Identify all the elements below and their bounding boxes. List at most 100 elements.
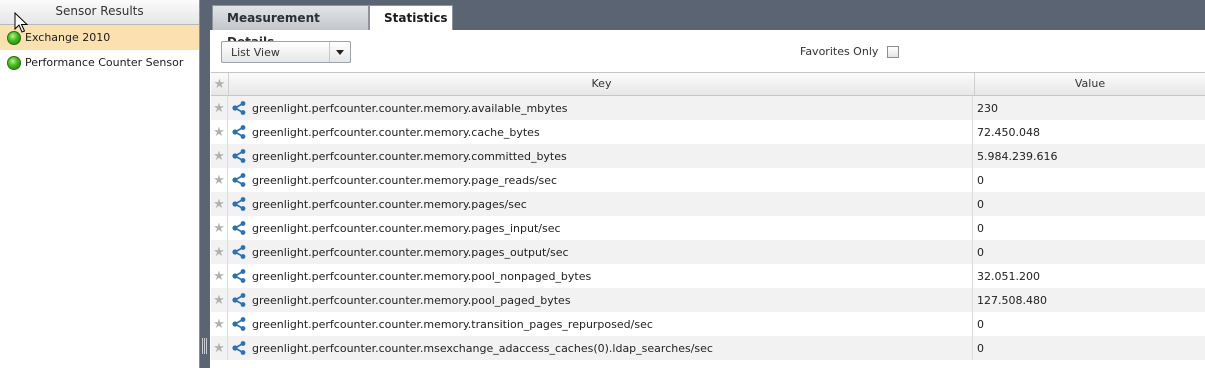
key-cell: greenlight.perfcounter.counter.memory.pa…	[228, 192, 973, 216]
mouse-cursor-icon	[14, 12, 29, 33]
value-cell: 127.508.480	[977, 293, 1047, 307]
favorites-only-checkbox[interactable]	[887, 46, 899, 58]
share-node-icon	[232, 317, 246, 331]
table-row[interactable]: ★ greenlight.perfcounter.counter.memory.…	[211, 144, 1205, 168]
favorite-toggle[interactable]: ★	[211, 312, 228, 336]
grid-header: ★ Key Value	[211, 72, 1205, 96]
view-mode-value: List View	[231, 45, 280, 59]
view-mode-select[interactable]: List View	[221, 41, 351, 63]
share-node-icon	[232, 197, 246, 211]
favorite-toggle[interactable]: ★	[211, 264, 228, 288]
share-node-icon	[232, 149, 246, 163]
value-cell: 0	[977, 317, 984, 331]
table-row[interactable]: ★ greenlight.perfcounter.counter.memory.…	[211, 192, 1205, 216]
share-node-icon	[232, 341, 246, 355]
value-cell: 0	[977, 221, 984, 235]
table-row[interactable]: ★ greenlight.perfcounter.counter.memory.…	[211, 264, 1205, 288]
splitter-grip-icon[interactable]	[202, 338, 208, 354]
sensor-item-performance-counter[interactable]: Performance Counter Sensor	[0, 50, 199, 75]
star-icon: ★	[213, 76, 226, 92]
statistics-toolbar: List View Favorites Only	[210, 30, 1205, 72]
favorite-toggle[interactable]: ★	[211, 96, 228, 120]
tab-strip: Measurement Details Statistics	[210, 0, 1205, 49]
table-row[interactable]: ★ greenlight.perfcounter.counter.memory.…	[211, 96, 1205, 120]
share-node-icon	[232, 245, 246, 259]
value-cell: 5.984.239.616	[977, 149, 1058, 163]
star-icon: ★	[213, 124, 225, 140]
share-node-icon	[232, 125, 246, 139]
tab-statistics[interactable]: Statistics	[369, 5, 453, 30]
statistics-grid: ★ Key Value ★ greenlight.perfcounter.cou…	[211, 72, 1205, 360]
star-icon: ★	[213, 148, 225, 164]
green-status-icon	[7, 55, 21, 70]
table-row[interactable]: ★ greenlight.perfcounter.counter.memory.…	[211, 216, 1205, 240]
favorite-toggle[interactable]: ★	[211, 168, 228, 192]
key-text: greenlight.perfcounter.counter.memory.co…	[252, 149, 567, 163]
key-text: greenlight.perfcounter.counter.memory.pa…	[252, 221, 561, 235]
value-cell: 230	[977, 101, 998, 115]
favorite-toggle[interactable]: ★	[211, 288, 228, 312]
table-row[interactable]: ★ greenlight.perfcounter.counter.memory.…	[211, 168, 1205, 192]
value-cell: 0	[977, 197, 984, 211]
key-text: greenlight.perfcounter.counter.memory.pa…	[252, 197, 527, 211]
star-icon: ★	[213, 172, 225, 188]
panel-splitter[interactable]	[200, 0, 210, 368]
key-cell: greenlight.perfcounter.counter.memory.pa…	[228, 240, 973, 264]
table-row[interactable]: ★ greenlight.perfcounter.counter.msexcha…	[211, 336, 1205, 360]
table-row[interactable]: ★ greenlight.perfcounter.counter.memory.…	[211, 240, 1205, 264]
key-cell: greenlight.perfcounter.counter.memory.po…	[228, 288, 973, 312]
key-cell: greenlight.perfcounter.counter.memory.po…	[228, 264, 973, 288]
star-icon: ★	[213, 196, 225, 212]
grid-body: ★ greenlight.perfcounter.counter.memory.…	[211, 96, 1205, 360]
key-text: greenlight.perfcounter.counter.memory.pa…	[252, 173, 558, 187]
details-pane: Measurement Details Statistics List View…	[14, 0, 1205, 368]
key-cell: greenlight.perfcounter.counter.memory.pa…	[228, 168, 973, 192]
key-cell: greenlight.perfcounter.counter.msexchang…	[228, 336, 973, 360]
key-text: greenlight.perfcounter.counter.memory.tr…	[252, 317, 653, 331]
key-text: greenlight.perfcounter.counter.memory.av…	[252, 101, 568, 115]
sensor-item-label: Performance Counter Sensor	[25, 56, 184, 69]
key-cell: greenlight.perfcounter.counter.memory.ca…	[228, 120, 973, 144]
favorite-toggle[interactable]: ★	[211, 240, 228, 264]
star-icon: ★	[213, 340, 225, 356]
share-node-icon	[232, 293, 246, 307]
star-icon: ★	[213, 244, 225, 260]
value-cell: 0	[977, 173, 984, 187]
key-text: greenlight.perfcounter.counter.memory.po…	[252, 269, 592, 283]
column-header-value[interactable]: Value	[975, 73, 1205, 95]
chevron-down-icon[interactable]	[329, 42, 350, 62]
tab-measurement-details[interactable]: Measurement Details	[212, 5, 369, 49]
key-cell: greenlight.perfcounter.counter.memory.co…	[228, 144, 973, 168]
key-text: greenlight.perfcounter.counter.memory.ca…	[252, 125, 540, 139]
sensor-item-label: Exchange 2010	[25, 31, 111, 44]
key-text: greenlight.perfcounter.counter.memory.po…	[252, 293, 571, 307]
value-cell: 0	[977, 245, 984, 259]
star-icon: ★	[213, 292, 225, 308]
favorites-only-label: Favorites Only	[800, 45, 879, 58]
column-header-key[interactable]: Key	[229, 73, 975, 95]
favorite-toggle[interactable]: ★	[211, 336, 228, 360]
key-text: greenlight.perfcounter.counter.msexchang…	[252, 341, 713, 355]
value-cell: 0	[977, 341, 984, 355]
value-cell: 32.051.200	[977, 269, 1040, 283]
star-icon: ★	[213, 100, 225, 116]
favorite-toggle[interactable]: ★	[211, 144, 228, 168]
value-cell: 72.450.048	[977, 125, 1040, 139]
table-row[interactable]: ★ greenlight.perfcounter.counter.memory.…	[211, 120, 1205, 144]
share-node-icon	[232, 173, 246, 187]
key-cell: greenlight.perfcounter.counter.memory.av…	[228, 96, 973, 120]
favorite-toggle[interactable]: ★	[211, 216, 228, 240]
share-node-icon	[232, 221, 246, 235]
share-node-icon	[232, 101, 246, 115]
favorite-toggle[interactable]: ★	[211, 192, 228, 216]
star-icon: ★	[213, 316, 225, 332]
share-node-icon	[232, 269, 246, 283]
key-text: greenlight.perfcounter.counter.memory.pa…	[252, 245, 569, 259]
sensor-results-panel: Sensor Results Exchange 2010 Performance…	[0, 0, 200, 368]
table-row[interactable]: ★ greenlight.perfcounter.counter.memory.…	[211, 288, 1205, 312]
favorite-column-header[interactable]: ★	[211, 73, 229, 95]
favorite-toggle[interactable]: ★	[211, 120, 228, 144]
table-row[interactable]: ★ greenlight.perfcounter.counter.memory.…	[211, 312, 1205, 336]
star-icon: ★	[213, 220, 225, 236]
star-icon: ★	[213, 268, 225, 284]
